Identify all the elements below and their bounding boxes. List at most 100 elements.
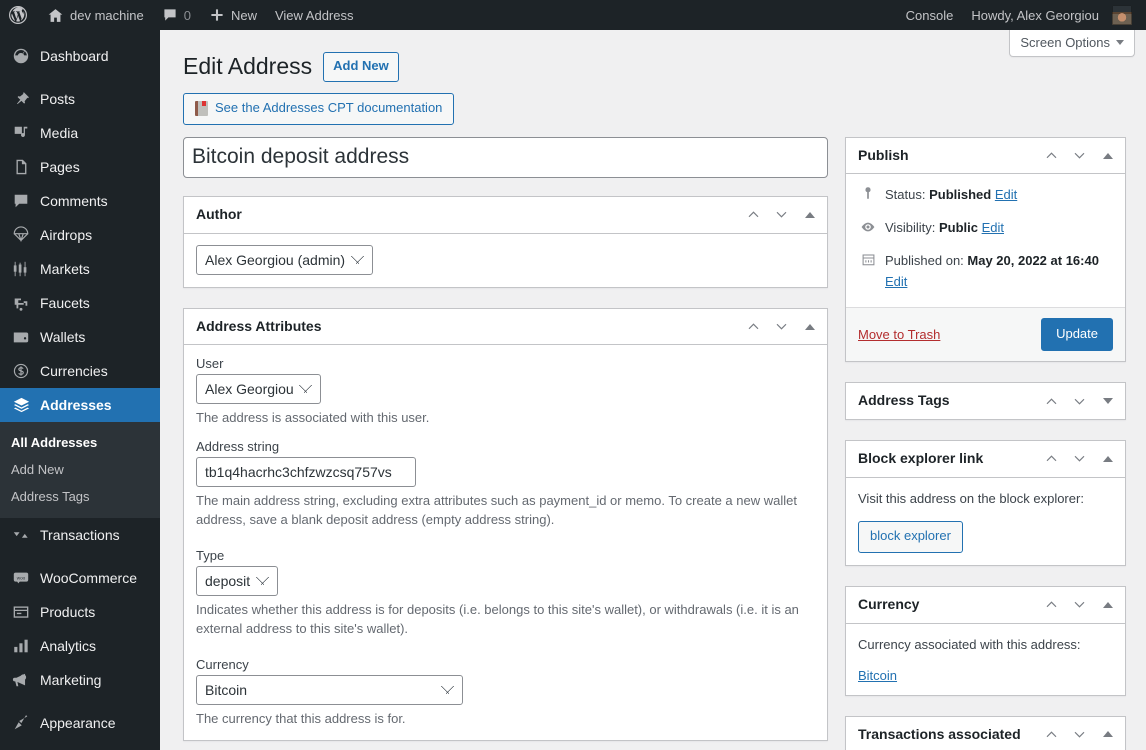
menu-top-spacer <box>0 30 160 39</box>
move-down-icon[interactable] <box>1065 590 1093 620</box>
author-select[interactable]: Alex Georgiou (admin) <box>196 244 373 275</box>
sidebar-item-faucets[interactable]: Faucets <box>0 286 160 320</box>
add-new-button[interactable]: Add New <box>323 52 399 82</box>
toggle-panel-icon[interactable] <box>795 312 825 342</box>
toggle-panel-icon[interactable] <box>1093 386 1123 416</box>
faucet-icon <box>11 293 31 313</box>
currency-select[interactable]: Bitcoin <box>196 674 463 705</box>
move-up-icon[interactable] <box>1037 444 1065 474</box>
sidebar-item-marketing[interactable]: Marketing <box>0 663 160 697</box>
edit-status-link[interactable]: Edit <box>995 187 1017 202</box>
toggle-panel-icon[interactable] <box>1093 719 1123 749</box>
screen-options-button[interactable]: Screen Options <box>1009 30 1135 57</box>
move-up-icon[interactable] <box>1037 141 1065 171</box>
sidebar-item-add-new[interactable]: Add New <box>0 456 160 483</box>
edit-published-link[interactable]: Edit <box>885 274 907 289</box>
move-to-trash-link[interactable]: Move to Trash <box>858 327 940 342</box>
site-name-menu[interactable]: dev machine <box>38 0 153 30</box>
dashboard-icon <box>11 46 31 66</box>
post-status-row: Status: Published Edit <box>846 174 1125 212</box>
address-attributes-header: Address Attributes <box>184 309 827 346</box>
move-up-icon[interactable] <box>1037 590 1065 620</box>
sidebar-item-addresses[interactable]: Addresses <box>0 388 160 422</box>
currency-handle-actions <box>1037 590 1125 620</box>
sidebar-item-label: Dashboard <box>40 48 109 64</box>
block-explorer-handle-actions <box>1037 444 1125 474</box>
page-title-row: Edit Address Add New <box>183 52 1126 82</box>
sidebar-item-posts[interactable]: Posts <box>0 82 160 116</box>
move-up-icon[interactable] <box>739 200 767 230</box>
toggle-panel-icon[interactable] <box>1093 590 1123 620</box>
move-down-icon[interactable] <box>767 312 795 342</box>
type-field-description: Indicates whether this address is for de… <box>196 601 799 637</box>
type-select[interactable]: deposit <box>196 565 278 596</box>
sidebar-item-comments[interactable]: Comments <box>0 184 160 218</box>
side-metabox-column: Publish Status: Published Edit Visibilit… <box>845 136 1126 750</box>
sidebar-item-dashboard[interactable]: Dashboard <box>0 39 160 73</box>
comments-bubble[interactable]: 0 <box>153 0 200 30</box>
sidebar-item-analytics[interactable]: Analytics <box>0 629 160 663</box>
products-icon <box>11 602 31 622</box>
my-account-menu[interactable]: Howdy, Alex Georgiou <box>962 0 1146 30</box>
address-attributes-title: Address Attributes <box>196 317 322 334</box>
sidebar-item-all-addresses[interactable]: All Addresses <box>0 429 160 456</box>
sidebar-item-label: Marketing <box>40 672 102 688</box>
field-spacer <box>196 639 815 657</box>
documentation-button[interactable]: See the Addresses CPT documentation <box>183 92 455 125</box>
sidebar-item-airdrops[interactable]: Airdrops <box>0 218 160 252</box>
sidebar-item-pages[interactable]: Pages <box>0 150 160 184</box>
console-link[interactable]: Console <box>897 0 963 30</box>
sidebar-item-woocommerce[interactable]: woo WooCommerce <box>0 561 160 595</box>
block-explorer-button[interactable]: block explorer <box>858 521 963 554</box>
view-address-link[interactable]: View Address <box>266 0 363 30</box>
edit-visibility-link[interactable]: Edit <box>982 220 1004 235</box>
sidebar-item-label: Pages <box>40 159 80 175</box>
eye-icon <box>858 218 878 235</box>
user-select[interactable]: Alex Georgiou <box>196 374 321 405</box>
plus-icon <box>211 9 223 21</box>
sidebar-item-appearance[interactable]: Appearance <box>0 706 160 740</box>
sidebar-item-transactions[interactable]: Transactions <box>0 518 160 552</box>
publish-misc-actions: Status: Published Edit Visibility: Publi… <box>846 174 1125 306</box>
sidebar-item-wallets[interactable]: Wallets <box>0 320 160 354</box>
sidebar-item-currencies[interactable]: Currencies <box>0 354 160 388</box>
sidebar-item-products[interactable]: Products <box>0 595 160 629</box>
move-down-icon[interactable] <box>767 200 795 230</box>
paintbrush-icon <box>11 713 31 733</box>
visibility-value: Public <box>938 220 978 236</box>
address-tags-metabox: Address Tags <box>845 382 1126 420</box>
admin-bar: dev machine 0 New View Address Console H… <box>0 0 1146 30</box>
sidebar-item-label: Wallets <box>40 329 86 345</box>
publish-metabox-title: Publish <box>858 146 909 163</box>
transactions-associated-title: Transactions associated <box>858 725 1021 742</box>
toggle-panel-icon[interactable] <box>1093 444 1123 474</box>
move-down-icon[interactable] <box>1065 386 1093 416</box>
move-down-icon[interactable] <box>1065 141 1093 171</box>
block-explorer-title: Block explorer link <box>858 449 984 466</box>
toggle-panel-icon[interactable] <box>1093 141 1123 171</box>
move-down-icon[interactable] <box>1065 719 1093 749</box>
post-published-text: Published on: May 20, 2022 at 16:40 Edit <box>885 251 1113 293</box>
sidebar-item-markets[interactable]: Markets <box>0 252 160 286</box>
move-down-icon[interactable] <box>1065 444 1093 474</box>
currency-link[interactable]: Bitcoin <box>858 668 897 683</box>
move-up-icon[interactable] <box>1037 386 1065 416</box>
currency-field-description: The currency that this address is for. <box>196 710 406 726</box>
new-label: New <box>230 7 257 23</box>
sidebar-item-label: Posts <box>40 91 76 107</box>
move-up-icon[interactable] <box>739 312 767 342</box>
update-button[interactable]: Update <box>1041 317 1113 352</box>
triangle-up-icon <box>1103 601 1113 608</box>
toggle-panel-icon[interactable] <box>795 200 825 230</box>
new-content-menu[interactable]: New <box>200 0 266 30</box>
pin-marker-icon <box>858 185 878 200</box>
move-up-icon[interactable] <box>1037 719 1065 749</box>
post-title-input[interactable] <box>183 136 828 179</box>
sidebar-item-media[interactable]: Media <box>0 116 160 150</box>
menu-separator-2 <box>0 552 160 561</box>
sidebar-item-address-tags[interactable]: Address Tags <box>0 483 160 510</box>
wordpress-logo-icon[interactable] <box>0 0 38 30</box>
address-string-input[interactable] <box>196 456 416 487</box>
pages-icon <box>11 157 31 177</box>
dollar-circle-icon <box>11 361 31 381</box>
